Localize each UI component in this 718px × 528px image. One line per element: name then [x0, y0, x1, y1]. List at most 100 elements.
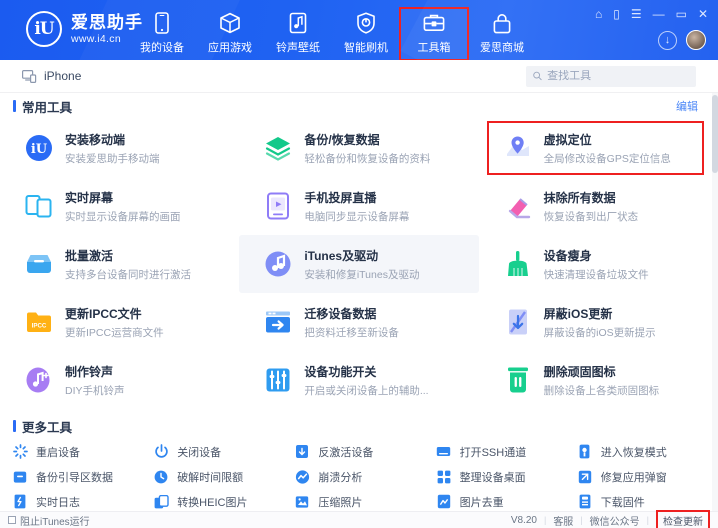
more-tool-label: 图片去重 — [460, 494, 504, 510]
tool-card-title: 安装移动端 — [65, 131, 160, 148]
tool-card[interactable]: 设备瘦身 快速清理设备垃圾文件 — [479, 235, 718, 293]
more-tool-item[interactable]: 整理设备桌面 — [436, 464, 577, 489]
tool-card-title: 批量激活 — [65, 247, 191, 264]
separator-3: | — [647, 515, 649, 525]
crash-chart-icon — [294, 469, 310, 485]
nav-item-shield[interactable]: 智能刷机 — [332, 8, 400, 60]
support-link[interactable]: 客服 — [553, 513, 573, 528]
tool-card[interactable]: 批量激活 支持多台设备同时进行激活 — [0, 235, 239, 293]
nav-item-music-folder[interactable]: 铃声壁纸 — [264, 8, 332, 60]
downloads-icon[interactable]: ↓ — [658, 31, 677, 50]
restart-icon — [12, 444, 28, 460]
nav-item-label: 我的设备 — [140, 39, 184, 55]
tool-card-subtitle: 支持多台设备同时进行激活 — [65, 267, 191, 282]
tool-card[interactable]: iTunes及驱动 安装和修复iTunes及驱动 — [239, 235, 478, 293]
nav-item-label: 爱思商城 — [480, 39, 524, 55]
tool-card-subtitle: 屏蔽设备的iOS更新提示 — [544, 325, 656, 340]
maximize-icon[interactable]: ▭ — [676, 8, 687, 20]
more-tool-item[interactable]: 重启设备 — [12, 439, 153, 464]
tool-card-title: 备份/恢复数据 — [304, 131, 430, 148]
nav-item-phone[interactable]: 我的设备 — [128, 8, 196, 60]
edit-common-tools-link[interactable]: 编辑 — [676, 98, 698, 114]
tool-card[interactable]: 抹除所有数据 恢复设备到出厂状态 — [479, 177, 718, 235]
brand: iU 爱思助手 www.i4.cn — [26, 11, 143, 47]
more-tool-item[interactable]: 打开SSH通道 — [436, 439, 577, 464]
ringtone-icon — [24, 365, 54, 395]
more-tool-item[interactable]: 备份引导区数据 — [12, 464, 153, 489]
eraser-icon — [503, 191, 533, 221]
tool-card-subtitle: 把资料迁移至新设备 — [304, 325, 399, 340]
arrow-transfer-icon — [263, 307, 293, 337]
firmware-icon — [577, 494, 593, 510]
more-tool-item[interactable]: 下载固件 — [577, 489, 718, 511]
device-name: iPhone — [44, 69, 81, 83]
popup-fix-icon — [577, 469, 593, 485]
ssh-icon — [436, 444, 452, 460]
avatar[interactable] — [686, 30, 706, 50]
cube-icon — [219, 11, 241, 35]
recovery-icon — [577, 444, 593, 460]
separator-2: | — [580, 515, 582, 525]
broom-icon — [503, 249, 533, 279]
main-nav: 我的设备 应用游戏 铃声壁纸 智能刷机 工具箱 爱思商城 — [128, 8, 536, 60]
tool-card-title: 屏蔽iOS更新 — [544, 305, 656, 322]
more-tool-item[interactable]: 实时日志 — [12, 489, 153, 511]
tool-card-subtitle: 实时显示设备屏幕的画面 — [65, 209, 181, 224]
tool-card[interactable]: iU 安装移动端 安装爱思助手移动端 — [0, 119, 239, 177]
close-icon[interactable]: ✕ — [698, 8, 708, 20]
more-tool-label: 破解时间限额 — [177, 469, 243, 485]
tool-card[interactable]: 迁移设备数据 把资料迁移至新设备 — [239, 293, 478, 351]
search-input[interactable] — [547, 70, 689, 82]
minimize-icon[interactable]: — — [653, 8, 665, 20]
check-update-button[interactable]: 检查更新 — [656, 510, 710, 528]
tool-card-title: 更新IPCC文件 — [65, 305, 164, 322]
grid-icon — [436, 469, 452, 485]
theme-shirt-icon[interactable]: ⌂ — [595, 8, 602, 20]
heic-icon — [153, 494, 169, 510]
more-tool-item[interactable]: 进入恢复模式 — [577, 439, 718, 464]
more-tool-item[interactable]: 关闭设备 — [153, 439, 294, 464]
separator-1: | — [544, 515, 546, 525]
more-tool-item[interactable]: 转换HEIC图片 — [153, 489, 294, 511]
tool-card[interactable]: 手机投屏直播 电脑同步显示设备屏幕 — [239, 177, 478, 235]
tool-card[interactable]: 设备功能开关 开启或关闭设备上的辅助... — [239, 351, 478, 409]
tool-card-subtitle: 恢复设备到出厂状态 — [544, 209, 639, 224]
more-tool-item[interactable]: 图片去重 — [436, 489, 577, 511]
more-tool-item[interactable]: 修复应用弹窗 — [577, 464, 718, 489]
more-tool-label: 转换HEIC图片 — [177, 494, 247, 510]
more-tool-label: 重启设备 — [36, 444, 80, 460]
device-note-icon[interactable]: ▯ — [613, 8, 620, 20]
more-tool-label: 关闭设备 — [177, 444, 221, 460]
scrollbar-thumb[interactable] — [712, 95, 718, 173]
tool-card-title: 迁移设备数据 — [304, 305, 399, 322]
more-tool-item[interactable]: 崩溃分析 — [294, 464, 435, 489]
tool-card[interactable]: 备份/恢复数据 轻松备份和恢复设备的资料 — [239, 119, 478, 177]
more-tool-item[interactable]: 压缩照片 — [294, 489, 435, 511]
more-tool-item[interactable]: 反激活设备 — [294, 439, 435, 464]
tool-card[interactable]: 删除顽固图标 删除设备上各类顽固图标 — [479, 351, 718, 409]
menu-icon[interactable]: ☰ — [631, 8, 642, 20]
nav-item-toolbox[interactable]: 工具箱 — [400, 8, 468, 60]
map-pin-icon — [503, 133, 533, 163]
block-itunes-checkbox[interactable] — [8, 516, 16, 524]
tool-card-subtitle: 删除设备上各类顽固图标 — [544, 383, 660, 398]
tool-card-title: 实时屏幕 — [65, 189, 181, 206]
more-tool-item[interactable]: 破解时间限额 — [153, 464, 294, 489]
tool-card[interactable]: IPCC 更新IPCC文件 更新IPCC运营商文件 — [0, 293, 239, 351]
section-accent-bar — [13, 100, 16, 112]
device-indicator[interactable]: iPhone — [22, 69, 81, 83]
tool-card-subtitle: 电脑同步显示设备屏幕 — [304, 209, 409, 224]
nav-item-bag[interactable]: 爱思商城 — [468, 8, 536, 60]
nav-item-label: 智能刷机 — [344, 39, 388, 55]
nav-item-cube[interactable]: 应用游戏 — [196, 8, 264, 60]
tool-card[interactable]: 屏蔽iOS更新 屏蔽设备的iOS更新提示 — [479, 293, 718, 351]
scrollbar-track[interactable] — [712, 93, 718, 511]
tool-card[interactable]: 实时屏幕 实时显示设备屏幕的画面 — [0, 177, 239, 235]
search-box[interactable] — [526, 66, 696, 87]
wechat-link[interactable]: 微信公众号 — [590, 513, 640, 528]
bag-icon — [493, 11, 511, 35]
tool-card[interactable]: 制作铃声 DIY手机铃声 — [0, 351, 239, 409]
screens-icon — [24, 191, 54, 221]
tool-card[interactable]: 虚拟定位 全局修改设备GPS定位信息 — [479, 119, 718, 177]
iu-logo-icon: iU — [24, 133, 54, 163]
